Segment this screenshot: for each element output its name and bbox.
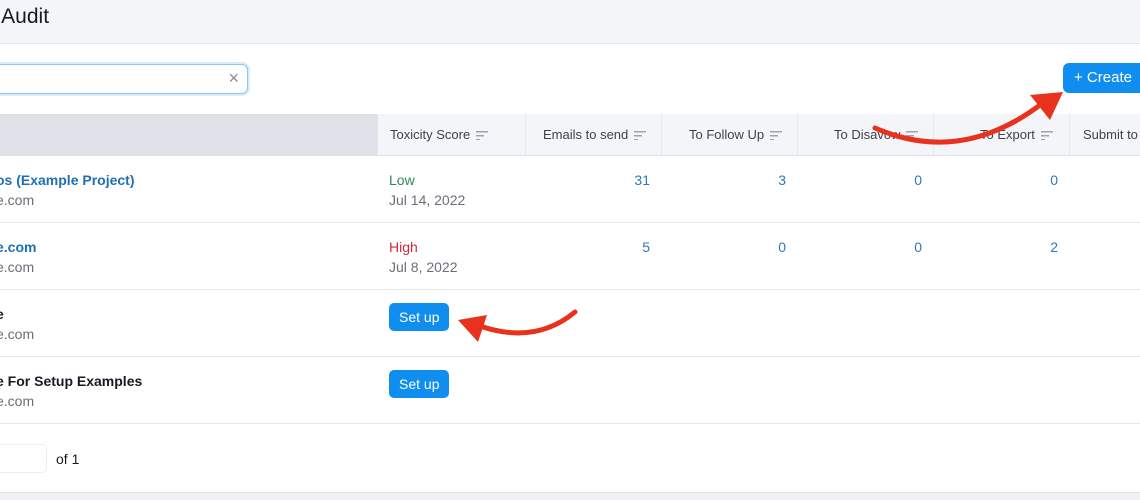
table-row: e.com e.com High Jul 8, 2022 5 0 0 2 <box>0 223 1140 290</box>
project-domain: e.com <box>0 259 35 275</box>
column-header-follow-up[interactable]: To Follow Up <box>661 114 797 156</box>
table-header: Toxicity Score Emails to send To Follow … <box>0 114 1140 156</box>
column-header-emails[interactable]: Emails to send <box>525 114 661 156</box>
footer-bar <box>0 492 1140 500</box>
project-domain: e.com <box>0 393 35 409</box>
table-row: e For Setup Examples e.com Set up <box>0 357 1140 424</box>
column-label: Submit to <box>1083 127 1138 142</box>
page-header: k Audit <box>0 0 1140 44</box>
column-label: Emails to send <box>543 127 629 142</box>
sort-icon <box>634 131 647 141</box>
sort-icon <box>1040 131 1053 141</box>
column-label: Toxicity Score <box>390 127 471 142</box>
project-name-link[interactable]: e.com <box>0 239 36 255</box>
project-name: e For Setup Examples <box>0 373 143 389</box>
disavow-count[interactable]: 0 <box>882 239 922 255</box>
project-domain: e.com <box>0 192 35 208</box>
close-icon[interactable]: × <box>228 68 239 89</box>
page-total: of 1 <box>56 451 80 467</box>
column-header-project[interactable] <box>0 114 377 156</box>
project-domain: e.com <box>0 326 35 342</box>
column-label: To Disavow <box>834 127 901 142</box>
column-header-toxicity[interactable]: Toxicity Score <box>377 114 525 156</box>
column-header-export[interactable]: To Export <box>933 114 1069 156</box>
set-up-button[interactable]: Set up <box>389 370 450 398</box>
table-row: e e.com Set up <box>0 290 1140 357</box>
column-label: To Export <box>980 127 1035 142</box>
toxicity-score: High <box>389 239 418 255</box>
emails-count[interactable]: 5 <box>610 239 650 255</box>
column-header-submit[interactable]: Submit to <box>1069 114 1140 156</box>
page-title: k Audit <box>0 5 50 28</box>
project-name: e <box>0 306 4 322</box>
export-count[interactable]: 2 <box>1018 239 1058 255</box>
column-header-disavow[interactable]: To Disavow <box>797 114 933 156</box>
toxicity-score: Low <box>389 172 415 188</box>
emails-count[interactable]: 31 <box>610 172 650 188</box>
audit-date: Jul 8, 2022 <box>389 259 458 275</box>
search-input[interactable]: × <box>0 64 248 94</box>
disavow-count[interactable]: 0 <box>882 172 922 188</box>
sort-icon <box>770 131 783 141</box>
column-label: To Follow Up <box>689 127 765 142</box>
set-up-button[interactable]: Set up <box>389 303 450 331</box>
page-number-input[interactable] <box>0 444 47 473</box>
table-row: os (Example Project) e.com Low Jul 14, 2… <box>0 156 1140 223</box>
sort-icon <box>476 131 489 141</box>
export-count[interactable]: 0 <box>1018 172 1058 188</box>
create-button[interactable]: + Create <box>1063 63 1140 93</box>
follow-up-count[interactable]: 3 <box>746 172 786 188</box>
audit-date: Jul 14, 2022 <box>389 192 466 208</box>
sort-icon <box>906 131 919 141</box>
follow-up-count[interactable]: 0 <box>746 239 786 255</box>
project-name-link[interactable]: os (Example Project) <box>0 172 135 188</box>
